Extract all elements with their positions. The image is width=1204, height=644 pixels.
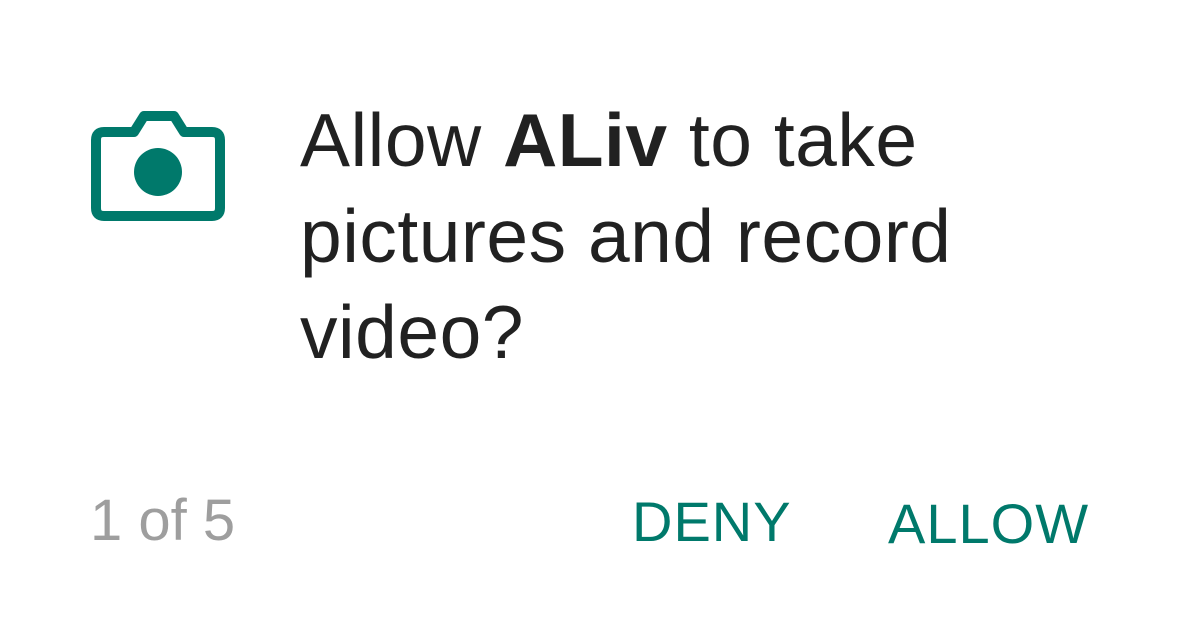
allow-button[interactable]: ALLOW [888,492,1089,556]
app-name: ALiv [503,98,668,182]
permission-message: Allow ALiv to take pictures and record v… [300,92,1100,380]
permission-counter: 1 of 5 [90,488,236,553]
camera-icon [91,111,225,221]
deny-button[interactable]: DENY [632,490,792,554]
permission-dialog: Allow ALiv to take pictures and record v… [0,0,1204,644]
message-prefix: Allow [300,98,504,182]
